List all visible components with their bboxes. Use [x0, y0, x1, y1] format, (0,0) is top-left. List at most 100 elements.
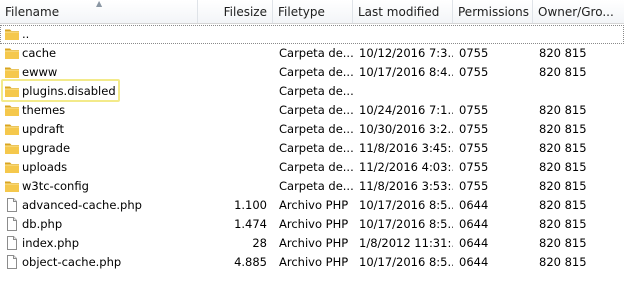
filetype-cell: Carpeta de...: [279, 179, 353, 193]
filetype-cell: Carpeta de...: [279, 122, 353, 136]
column-header-permissions[interactable]: Permissions: [453, 0, 533, 23]
folder-icon: [4, 179, 20, 193]
file-row[interactable]: advanced-cache.php 1.100 Archivo PHP 10/…: [0, 196, 624, 215]
file-icon: [4, 254, 20, 269]
file-row[interactable]: uploads Carpeta de... 11/2/2016 4:03:...…: [0, 158, 624, 177]
folder-icon: [4, 27, 20, 41]
filename-cell: advanced-cache.php: [0, 196, 198, 215]
filesize-cell: [198, 158, 273, 177]
filename-label: w3tc-config: [22, 179, 89, 193]
filesize-cell: [198, 101, 273, 120]
owner-group-cell: 820 815: [539, 141, 587, 155]
filetype-cell: Carpeta de...: [279, 141, 353, 155]
filetype-cell: Archivo PHP: [279, 198, 349, 212]
folder-icon: [4, 65, 20, 79]
file-row[interactable]: object-cache.php 4.885 Archivo PHP 10/17…: [0, 253, 624, 272]
last-modified-cell: 11/2/2016 4:03:...: [359, 160, 453, 174]
filetype-cell: Archivo PHP: [279, 236, 349, 250]
filename-label: index.php: [22, 236, 80, 250]
last-modified-cell: 11/8/2016 3:45:...: [359, 141, 453, 155]
filetype-cell: Carpeta de...: [279, 103, 353, 117]
filesize-cell: 4.885: [234, 255, 267, 269]
column-header-label: Owner/Gro...: [538, 5, 614, 19]
column-header-label: Permissions: [458, 5, 529, 19]
file-row[interactable]: index.php 28 Archivo PHP 1/8/2012 11:31:…: [0, 234, 624, 253]
folder-icon: [4, 141, 20, 155]
filename-label: db.php: [22, 217, 63, 231]
folder-icon: [4, 160, 20, 174]
owner-group-cell: 820 815: [539, 198, 587, 212]
owner-group-cell: 820 815: [539, 179, 587, 193]
filename-cell: updraft: [0, 120, 198, 139]
file-row[interactable]: w3tc-config Carpeta de... 11/8/2016 3:53…: [0, 177, 624, 196]
permissions-cell: 0755: [459, 141, 489, 155]
filetype-cell: Archivo PHP: [279, 217, 349, 231]
file-icon: [4, 197, 20, 212]
filename-cell: themes: [0, 101, 198, 120]
last-modified-cell: 10/17/2016 8:5...: [359, 217, 453, 231]
last-modified-cell: 10/30/2016 3:2...: [359, 122, 453, 136]
file-row[interactable]: ewww Carpeta de... 10/17/2016 8:4... 075…: [0, 63, 624, 82]
filetype-cell: [273, 25, 353, 44]
column-header-label: Last modified: [358, 5, 440, 19]
permissions-cell: [453, 82, 533, 101]
file-row[interactable]: upgrade Carpeta de... 11/8/2016 3:45:...…: [0, 139, 624, 158]
filesize-cell: [198, 82, 273, 101]
permissions-cell: 0755: [459, 122, 489, 136]
file-icon: [4, 235, 20, 250]
filesize-cell: [198, 177, 273, 196]
file-row[interactable]: plugins.disabled Carpeta de...: [0, 82, 624, 101]
owner-group-cell: 820 815: [539, 122, 587, 136]
owner-group-cell: [533, 82, 624, 101]
owner-group-cell: 820 815: [539, 236, 587, 250]
parent-directory-row[interactable]: ..: [0, 25, 624, 44]
column-header-label: Filetype: [278, 5, 325, 19]
last-modified-cell: 1/8/2012 11:31:...: [359, 236, 453, 250]
filesize-cell: [198, 139, 273, 158]
filename-cell: plugins.disabled: [0, 82, 198, 101]
filename-cell: index.php: [0, 234, 198, 253]
filename-cell: w3tc-config: [0, 177, 198, 196]
column-header-owner-group[interactable]: Owner/Gro...: [533, 0, 624, 23]
filesize-cell: [198, 63, 273, 82]
column-header-filesize[interactable]: Filesize: [198, 0, 273, 23]
folder-icon: [4, 122, 20, 136]
last-modified-cell: [353, 25, 453, 44]
last-modified-cell: 10/17/2016 8:4...: [359, 65, 453, 79]
file-row[interactable]: cache Carpeta de... 10/12/2016 7:3... 07…: [0, 44, 624, 63]
column-header-filetype[interactable]: Filetype: [273, 0, 353, 23]
filetype-cell: Archivo PHP: [279, 255, 349, 269]
owner-group-cell: [533, 25, 624, 44]
column-header-last-modified[interactable]: Last modified: [353, 0, 453, 23]
folder-icon: [4, 84, 20, 98]
filename-label: advanced-cache.php: [22, 198, 142, 212]
column-header-label: Filename: [5, 5, 60, 19]
permissions-cell: 0755: [459, 65, 489, 79]
filetype-cell: Carpeta de...: [279, 46, 353, 60]
permissions-cell: 0644: [459, 255, 489, 269]
owner-group-cell: 820 815: [539, 46, 587, 60]
last-modified-cell: [353, 82, 453, 101]
filesize-cell: [198, 120, 273, 139]
last-modified-cell: 10/12/2016 7:3...: [359, 46, 453, 60]
filetype-cell: Carpeta de...: [279, 65, 353, 79]
permissions-cell: 0755: [459, 103, 489, 117]
owner-group-cell: 820 815: [539, 160, 587, 174]
filename-cell: ewww: [0, 63, 198, 82]
filesize-cell: [198, 44, 273, 63]
permissions-cell: 0644: [459, 217, 489, 231]
filename-label: cache: [22, 46, 57, 60]
filename-cell: db.php: [0, 215, 198, 234]
filename-label: plugins.disabled: [22, 84, 116, 98]
filename-label: uploads: [22, 160, 68, 174]
permissions-cell: 0755: [459, 46, 489, 60]
file-row[interactable]: db.php 1.474 Archivo PHP 10/17/2016 8:5.…: [0, 215, 624, 234]
filetype-cell: Carpeta de...: [279, 160, 353, 174]
filename-label: ..: [22, 27, 30, 41]
permissions-cell: 0755: [459, 179, 489, 193]
file-row[interactable]: themes Carpeta de... 10/24/2016 7:1... 0…: [0, 101, 624, 120]
filename-cell: object-cache.php: [0, 253, 198, 272]
file-row[interactable]: updraft Carpeta de... 10/30/2016 3:2... …: [0, 120, 624, 139]
permissions-cell: 0755: [459, 160, 489, 174]
permissions-cell: [453, 25, 533, 44]
